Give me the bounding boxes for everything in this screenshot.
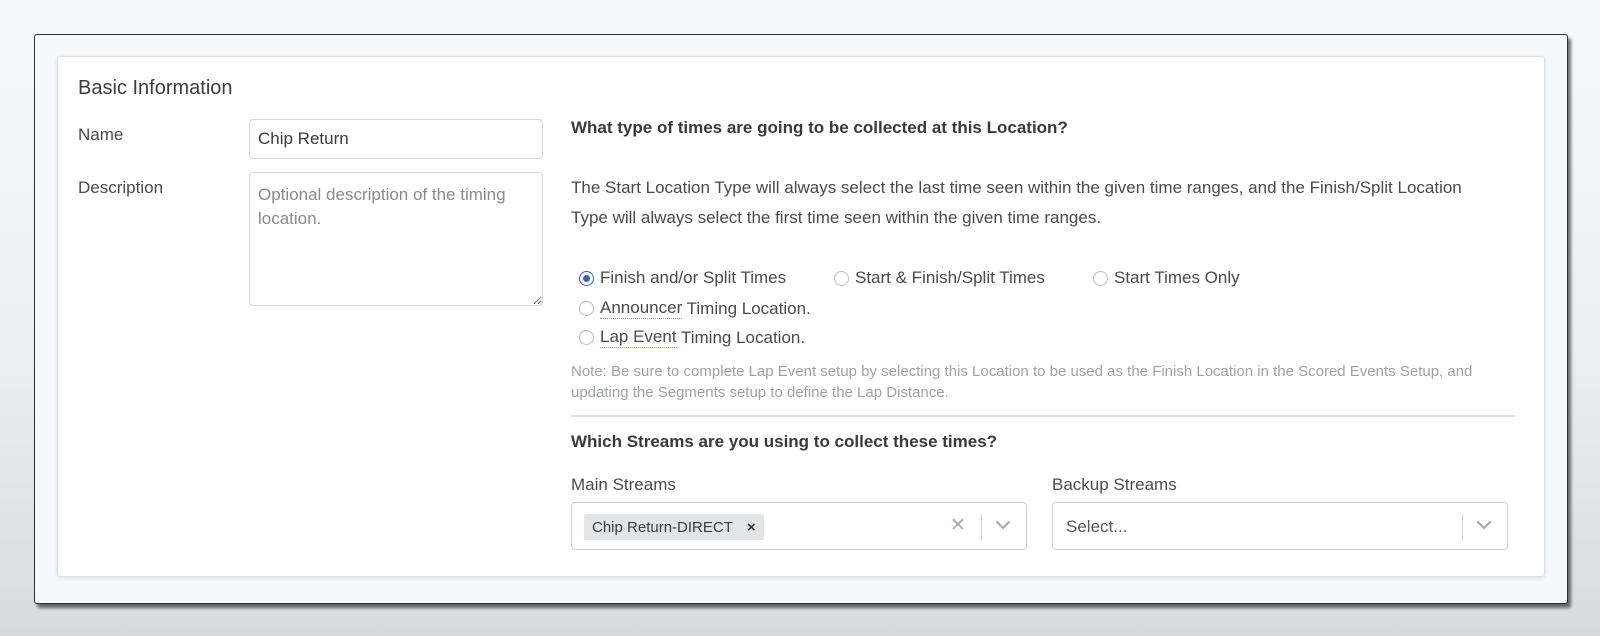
name-label: Name — [78, 125, 124, 144]
announcer-term: Announcer — [600, 298, 683, 319]
chip-label: Chip Return-DIRECT — [592, 518, 733, 536]
streams-question: Which Streams are you using to collect t… — [571, 432, 998, 451]
description-label: Description — [78, 178, 164, 197]
radio-button[interactable] — [1093, 270, 1108, 286]
radio-finish-split[interactable]: Finish and/or Split Times — [579, 268, 786, 288]
announcer-rest: Timing Location. — [682, 298, 811, 318]
radio-label: Start Times Only — [1114, 268, 1240, 287]
main-streams-select[interactable]: Chip Return-DIRECT × ✕ — [571, 502, 1027, 550]
lap-event-note: Note: Be sure to complete Lap Event setu… — [571, 363, 1473, 401]
radio-button-checked[interactable] — [579, 270, 594, 286]
radio-button[interactable] — [579, 330, 594, 345]
section-divider — [571, 415, 1514, 417]
lap-event-term: Lap Event — [600, 327, 677, 348]
chevron-down-icon[interactable] — [1475, 516, 1493, 540]
chip-remove-icon[interactable]: × — [747, 519, 756, 536]
selected-stream-chip: Chip Return-DIRECT × — [584, 514, 764, 540]
chevron-down-icon[interactable] — [994, 516, 1012, 540]
radio-label: Start & Finish/Split Times — [855, 268, 1045, 287]
card-title: Basic Information — [78, 77, 233, 99]
radio-start-only[interactable]: Start Times Only — [1093, 268, 1240, 288]
lap-event-rest: Timing Location. — [676, 327, 806, 347]
radio-lap-event-location[interactable]: Lap Event Timing Location. — [579, 327, 805, 348]
backup-streams-label: Backup Streams — [1052, 475, 1177, 494]
times-question: What type of times are going to be colle… — [571, 118, 1068, 137]
clear-icon[interactable]: ✕ — [950, 514, 966, 537]
description-input[interactable] — [249, 172, 543, 306]
select-placeholder: Select... — [1066, 517, 1128, 536]
radio-button[interactable] — [579, 301, 594, 316]
window-frame: Basic Information Name Description What … — [34, 34, 1568, 604]
main-streams-label: Main Streams — [571, 475, 676, 494]
times-info-text: The Start Location Type will always sele… — [571, 178, 1462, 227]
backup-streams-select[interactable]: Select... — [1052, 502, 1508, 550]
radio-label: Finish and/or Split Times — [600, 268, 787, 287]
name-input[interactable] — [249, 119, 543, 159]
radio-start-finish-split[interactable]: Start & Finish/Split Times — [834, 268, 1045, 288]
radio-button[interactable] — [834, 270, 849, 286]
radio-announcer-location[interactable]: Announcer Timing Location. — [579, 298, 811, 319]
select-separator — [1462, 514, 1463, 540]
basic-information-card: Basic Information Name Description What … — [57, 56, 1545, 577]
select-separator — [981, 514, 982, 540]
